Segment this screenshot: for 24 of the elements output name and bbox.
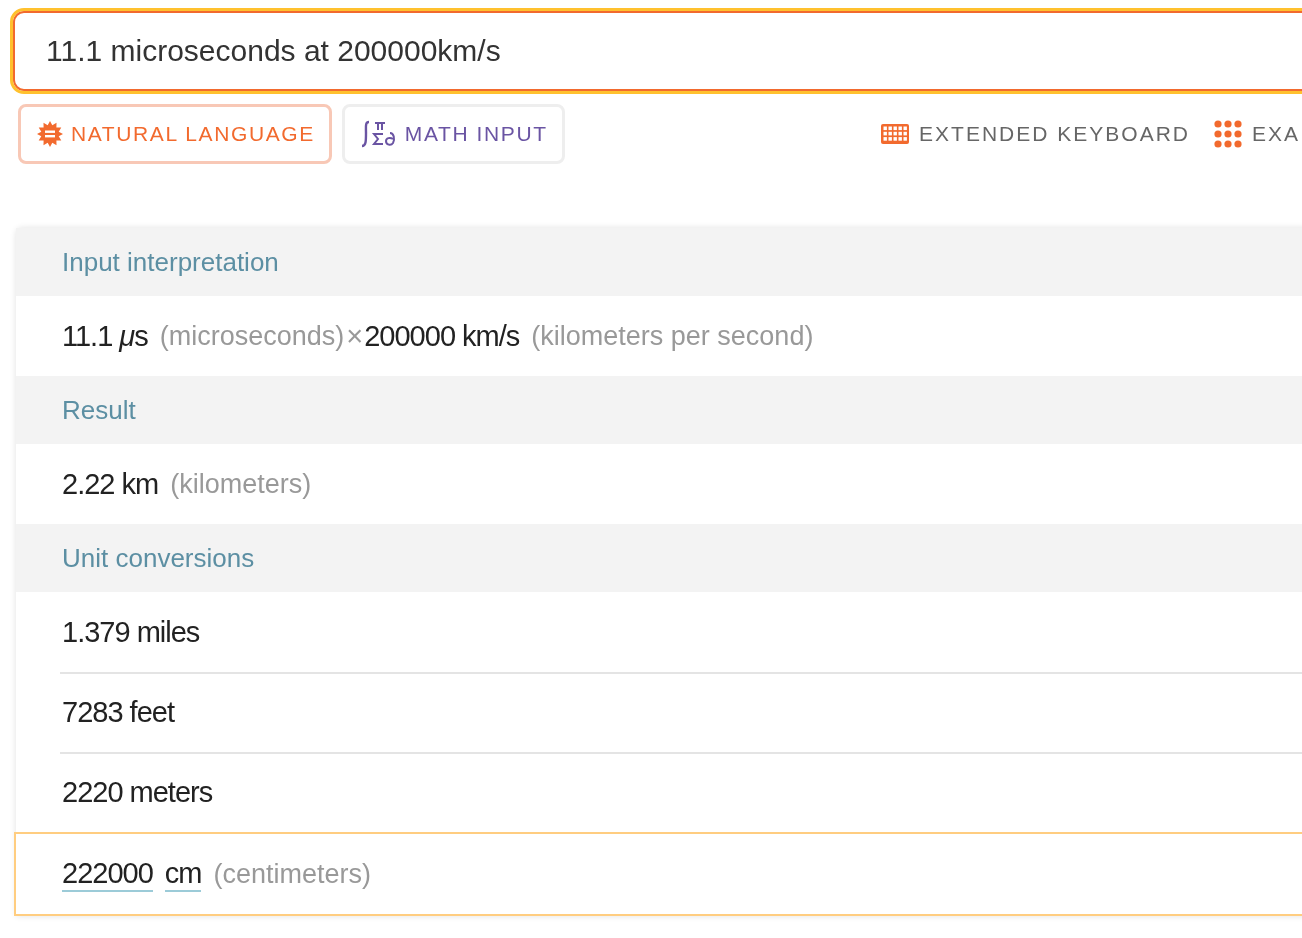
dot-grid-icon (1213, 120, 1242, 148)
result-value: 11.1 μs (62, 319, 148, 353)
unit-note: (microseconds) (159, 320, 345, 352)
math-symbols-icon (360, 119, 397, 149)
keyboard-icon (881, 124, 910, 144)
result-link[interactable]: 222000 (62, 856, 153, 892)
result-value: 7283 feet (62, 695, 174, 729)
result-link[interactable]: cm (164, 856, 202, 892)
pod-title: Result (62, 394, 136, 426)
unit-note: (kilometers) (170, 468, 312, 500)
pod-title: Unit conversions (62, 542, 255, 574)
result-value: 2.22 km (62, 467, 159, 501)
result-value: 2220 meters (62, 775, 213, 809)
unit-note: (kilometers per second) (531, 320, 814, 352)
pod-title: Input interpretation (62, 246, 279, 278)
examples-button[interactable]: EXA (1213, 120, 1300, 148)
result-value: 1.379 miles (62, 615, 200, 649)
math-input-button[interactable]: MATH INPUT (341, 104, 565, 164)
starburst-icon (37, 121, 63, 147)
unit-note: (centimeters) (213, 858, 371, 890)
result-value: 200000 km/s (364, 319, 520, 353)
search-field[interactable]: 11.1 microseconds at 200000km/s (10, 8, 1302, 94)
times-sign: × (346, 319, 363, 353)
extended-keyboard-button[interactable]: EXTENDED KEYBOARD (881, 120, 1190, 148)
